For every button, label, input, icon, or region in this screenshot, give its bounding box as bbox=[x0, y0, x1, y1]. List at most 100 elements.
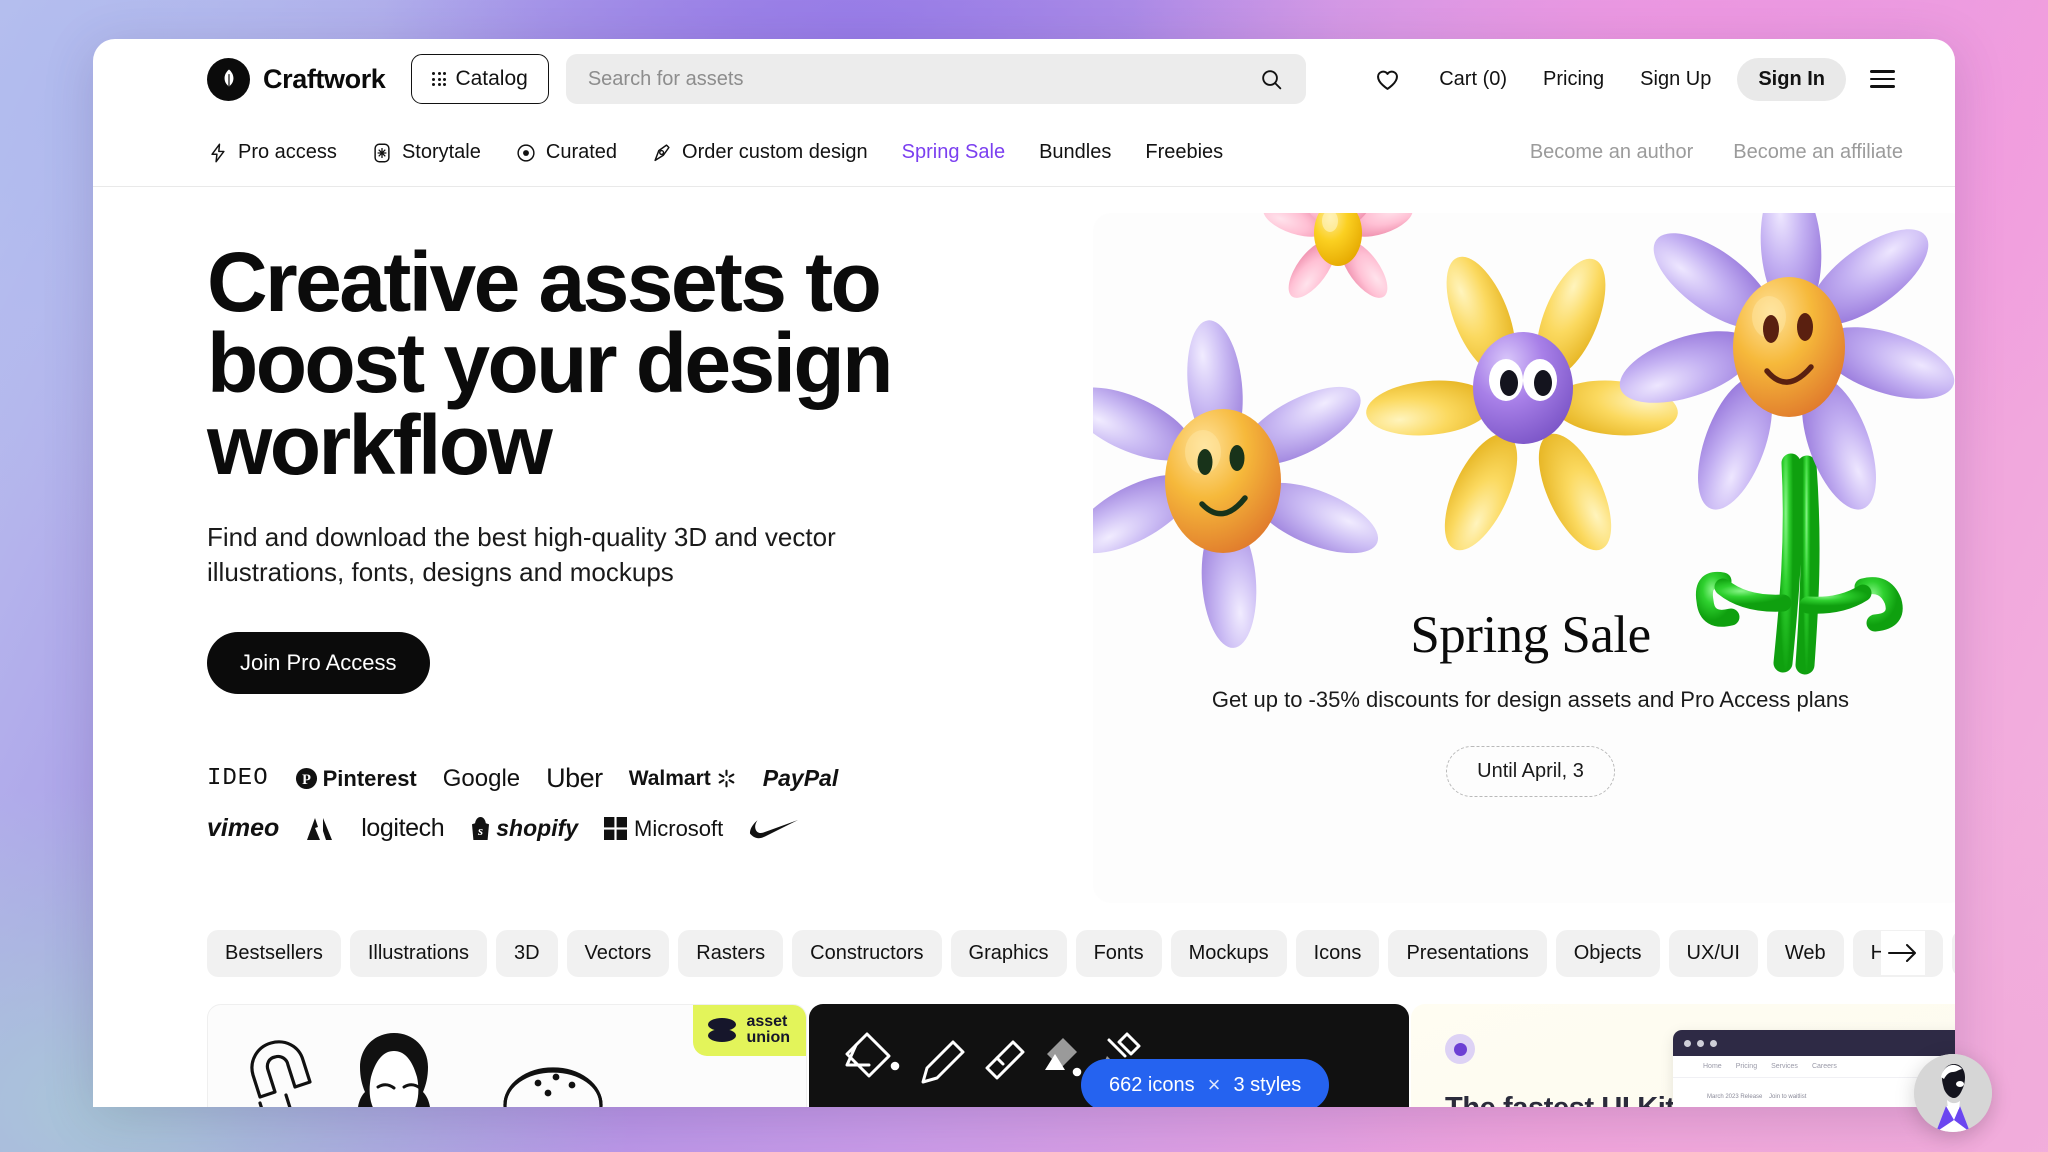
logo-google: Google bbox=[442, 764, 521, 792]
subnav-label: Curated bbox=[545, 141, 618, 163]
logo-logitech: logitech bbox=[361, 814, 445, 843]
subnav-label: Spring Sale bbox=[901, 141, 1006, 163]
logo-paypal: PayPal bbox=[762, 765, 839, 792]
chip-mockups[interactable]: Mockups bbox=[1170, 929, 1287, 977]
heart-icon[interactable] bbox=[1354, 66, 1421, 93]
mockup-nav-item: Home bbox=[1703, 1063, 1722, 1070]
card-inking[interactable]: Inking asset union bbox=[207, 1004, 807, 1107]
arrow-right-icon[interactable] bbox=[1881, 931, 1925, 975]
mockup-tag-2: Join to waitlist bbox=[1769, 1094, 1807, 1100]
mockup-nav: Home Pricing Services Careers Try Now bbox=[1673, 1056, 1955, 1078]
chip-vectors[interactable]: Vectors bbox=[566, 929, 670, 977]
figma-design-system-mockup: Home Pricing Services Careers Try Now Ma… bbox=[1673, 1030, 1955, 1107]
site-header: Craftwork Catalog Cart (0) bbox=[93, 39, 1955, 119]
chip-objects[interactable]: Objects bbox=[1555, 929, 1660, 977]
chip-3d[interactable]: 3D bbox=[495, 929, 558, 977]
become-an-author-link[interactable]: Become an author bbox=[1530, 141, 1693, 164]
promo-description: Get up to -35% discounts for design asse… bbox=[1211, 687, 1850, 712]
chip-fonts[interactable]: Fonts bbox=[1075, 929, 1162, 977]
catalog-button[interactable]: Catalog bbox=[411, 54, 549, 104]
purple-circle-logo-icon bbox=[1445, 1034, 1475, 1064]
promo-deadline-badge[interactable]: Until April, 3 bbox=[1446, 745, 1615, 797]
chip-icons[interactable]: Icons bbox=[1295, 929, 1380, 977]
logo-uber: Uber bbox=[546, 763, 603, 794]
subnav-label: Bundles bbox=[1039, 141, 1112, 163]
chip-rasters[interactable]: Rasters bbox=[678, 929, 784, 977]
walmart-spark-icon bbox=[718, 769, 735, 788]
asset-union-logo-icon bbox=[708, 1018, 737, 1043]
browser-page-card: Craftwork Catalog Cart (0) bbox=[93, 39, 1955, 1107]
asset-union-badge-text: asset union bbox=[746, 1013, 790, 1047]
logo-microsoft-text: Microsoft bbox=[634, 815, 724, 841]
mockup-body: March 2023 Release Join to waitlist Figm… bbox=[1673, 1078, 1955, 1107]
spring-sale-promo-panel[interactable]: Spring Sale Get up to -35% discounts for… bbox=[1093, 213, 1955, 903]
shopify-bag-icon: s bbox=[472, 817, 490, 841]
category-chips: Bestsellers Illustrations 3D Vectors Ras… bbox=[93, 925, 1955, 981]
icons-styles: 3 styles bbox=[1233, 1073, 1302, 1096]
chip-constructors[interactable]: Constructors bbox=[792, 929, 942, 977]
subnav-item-curated[interactable]: Curated bbox=[515, 141, 617, 164]
chip-illustrations[interactable]: Illustrations bbox=[349, 929, 487, 977]
signin-button[interactable]: Sign In bbox=[1737, 57, 1846, 101]
subnav-right-links: Become an author Become an affiliate bbox=[1530, 141, 1929, 164]
promo-text-block: Spring Sale Get up to -35% discounts for… bbox=[1093, 605, 1955, 797]
hero-section: Creative assets to boost your design wor… bbox=[93, 187, 1955, 917]
page-title: Creative assets to boost your design wor… bbox=[207, 235, 893, 492]
join-pro-access-button[interactable]: Join Pro Access bbox=[207, 631, 430, 694]
logo-pinterest: P Pinterest bbox=[295, 766, 417, 792]
lightning-bolt-icon bbox=[211, 143, 225, 162]
search-input[interactable] bbox=[587, 67, 1259, 91]
svg-text:s: s bbox=[477, 823, 483, 838]
grid-dots-icon bbox=[432, 72, 447, 86]
secondary-nav: Pro access Storytale Curated Order custo… bbox=[93, 119, 1955, 187]
subnav-label: Storytale bbox=[401, 141, 481, 163]
featured-cards-row: Inking asset union bbox=[93, 981, 1955, 1107]
balloon-flowers-illustration bbox=[1093, 213, 1955, 903]
search-icon[interactable] bbox=[1259, 67, 1284, 92]
subnav-item-order-custom-design[interactable]: Order custom design bbox=[651, 141, 868, 164]
logo-pinterest-text: Pinterest bbox=[322, 765, 417, 791]
subnav-item-spring-sale[interactable]: Spring Sale bbox=[902, 141, 1005, 164]
mockup-nav-item: Services bbox=[1771, 1063, 1798, 1070]
client-logos-row-1: IDEO P Pinterest Google Uber Walmart Pay… bbox=[207, 762, 1053, 796]
client-logos-row-2: vimeo logitech s shopify Microsoft bbox=[207, 812, 1053, 846]
logo-nike bbox=[749, 817, 799, 841]
brand-name: Craftwork bbox=[263, 63, 386, 94]
chip-presentations[interactable]: Presentations bbox=[1388, 929, 1547, 977]
chip-uxui[interactable]: UX/UI bbox=[1668, 929, 1758, 977]
svg-text:P: P bbox=[302, 772, 311, 788]
become-an-affiliate-link[interactable]: Become an affiliate bbox=[1733, 141, 1903, 164]
mockup-title-bar bbox=[1673, 1030, 1955, 1056]
logo-shopify-text: shopify bbox=[496, 815, 579, 842]
times-separator: × bbox=[1207, 1072, 1221, 1097]
chip-graphics[interactable]: Graphics bbox=[950, 929, 1067, 977]
card-icons-pack[interactable]: 662 icons × 3 styles bbox=[809, 1004, 1409, 1107]
logo-walmart: Walmart bbox=[629, 767, 737, 791]
pinterest-icon: P bbox=[295, 768, 317, 790]
hero-subtitle: Find and download the best high-quality … bbox=[207, 522, 836, 587]
subnav-item-freebies[interactable]: Freebies bbox=[1145, 141, 1223, 164]
mockup-tag-1: March 2023 Release bbox=[1707, 1094, 1763, 1100]
chip-bestsellers[interactable]: Bestsellers bbox=[207, 929, 341, 977]
icons-count-badge: 662 icons × 3 styles bbox=[1081, 1059, 1330, 1107]
chip-react[interactable]: React bbox=[1952, 929, 1955, 977]
pricing-link[interactable]: Pricing bbox=[1525, 69, 1622, 89]
mockup-nav-item: Pricing bbox=[1735, 1063, 1758, 1070]
chat-widget-button[interactable] bbox=[1914, 1054, 1992, 1132]
subnav-item-bundles[interactable]: Bundles bbox=[1039, 141, 1111, 164]
subnav-item-storytale[interactable]: Storytale bbox=[371, 141, 481, 164]
signup-link[interactable]: Sign Up bbox=[1622, 69, 1729, 89]
logo-ideo: IDEO bbox=[207, 765, 269, 793]
card-ui-kit[interactable]: The fastest UI Kit & Design System for H… bbox=[1411, 1004, 1955, 1107]
brand[interactable]: Craftwork bbox=[121, 57, 386, 101]
client-logos: IDEO P Pinterest Google Uber Walmart Pay… bbox=[207, 762, 1053, 846]
search-bar[interactable] bbox=[565, 54, 1306, 104]
cart-link[interactable]: Cart (0) bbox=[1421, 69, 1525, 89]
sparkle-frame-icon bbox=[374, 143, 390, 162]
hero-left-column: Creative assets to boost your design wor… bbox=[93, 187, 1053, 917]
asset-union-badge: asset union bbox=[693, 1005, 806, 1056]
subnav-item-pro-access[interactable]: Pro access bbox=[207, 141, 337, 164]
hamburger-menu-icon[interactable] bbox=[1852, 62, 1905, 95]
subnav-label: Freebies bbox=[1145, 141, 1224, 163]
chip-web[interactable]: Web bbox=[1766, 929, 1844, 977]
